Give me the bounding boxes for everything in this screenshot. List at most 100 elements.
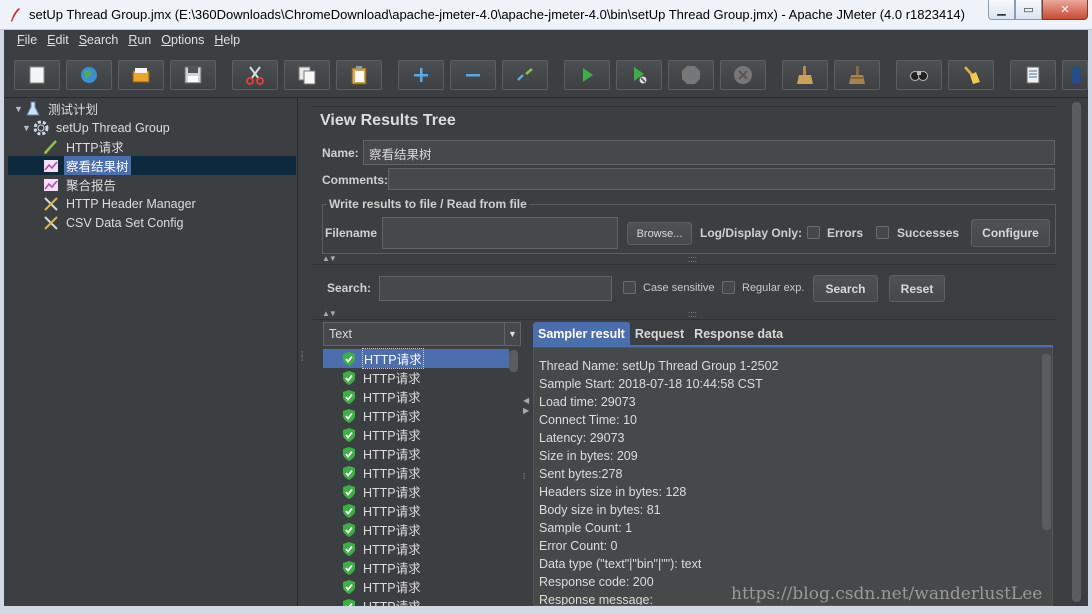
expand-all-button[interactable] <box>398 60 444 90</box>
templates-button[interactable] <box>66 60 112 90</box>
stop-button[interactable] <box>668 60 714 90</box>
new-button[interactable] <box>14 60 60 90</box>
filename-input[interactable] <box>382 217 618 249</box>
case-sensitive-checkbox[interactable] <box>623 281 636 294</box>
main-splitter[interactable]: ⁞ ⁞ <box>299 98 307 606</box>
start-button[interactable] <box>564 60 610 90</box>
open-button[interactable] <box>118 60 164 90</box>
search-input[interactable] <box>379 276 612 301</box>
test-plan-icon <box>26 101 40 115</box>
renderer-select[interactable]: Text ▼ <box>323 322 521 346</box>
clear-button[interactable] <box>782 60 828 90</box>
expand-toggle-icon[interactable]: ▼ <box>22 123 32 133</box>
success-shield-icon <box>343 446 355 461</box>
shutdown-button[interactable] <box>720 60 766 90</box>
success-shield-icon <box>343 484 355 499</box>
list-item[interactable]: HTTP请求 <box>323 444 509 463</box>
detail-line: Data type ("text"|"bin"|""): text <box>539 557 702 571</box>
expand-toggle-icon[interactable]: ▼ <box>14 104 24 114</box>
success-shield-icon <box>343 427 355 442</box>
tree-node-setup-thread-group[interactable]: ▼ setUp Thread Group <box>22 118 172 137</box>
maximize-button[interactable]: ▭ <box>1015 0 1042 20</box>
list-item[interactable]: HTTP请求 <box>323 501 509 520</box>
list-item[interactable]: HTTP请求 <box>323 348 509 369</box>
reset-search-button[interactable] <box>948 60 994 90</box>
comments-field[interactable] <box>388 168 1055 190</box>
name-field[interactable]: 察看结果树 <box>363 140 1055 165</box>
detail-line: Response message: <box>539 593 653 606</box>
detail-line: Error Count: 0 <box>539 539 618 553</box>
function-helper-button[interactable] <box>1010 60 1056 90</box>
cut-icon <box>246 66 264 85</box>
tree-node-csv-data-set-config[interactable]: CSV Data Set Config <box>42 213 185 232</box>
sampler-result-text[interactable]: Thread Name: setUp Thread Group 1-2502 S… <box>533 347 1053 606</box>
list-item[interactable]: HTTP请求 <box>323 539 509 558</box>
menu-edit[interactable]: Edit <box>42 30 74 52</box>
clear-all-icon <box>849 66 865 84</box>
tree-node-test-plan[interactable]: ▼ 测试计划 <box>14 99 100 118</box>
menu-run[interactable]: Run <box>123 30 156 52</box>
tree-node-http-header-manager[interactable]: HTTP Header Manager <box>42 194 198 213</box>
tree-node-aggregate-report[interactable]: 聚合报告 <box>42 175 118 194</box>
copy-button[interactable] <box>284 60 330 90</box>
list-item[interactable]: HTTP请求 <box>323 463 509 482</box>
clear-all-button[interactable] <box>834 60 880 90</box>
tab-response-data[interactable]: Response data <box>689 322 789 346</box>
cut-button[interactable] <box>232 60 278 90</box>
list-item[interactable]: HTTP请求 <box>323 558 509 577</box>
reset-results-button[interactable]: Reset <box>889 275 945 302</box>
tab-sampler-result[interactable]: Sampler result <box>533 322 630 346</box>
chevron-down-icon[interactable]: ▼ <box>504 323 520 345</box>
menu-bar: File Edit Search Run Options Help <box>0 30 1092 52</box>
list-item[interactable]: HTTP请求 <box>323 482 509 501</box>
detail-line: Latency: 29073 <box>539 431 625 445</box>
browse-button[interactable]: Browse... <box>627 222 692 245</box>
save-button[interactable] <box>170 60 216 90</box>
start-no-pauses-button[interactable] <box>616 60 662 90</box>
configure-button[interactable]: Configure <box>971 219 1050 247</box>
paste-button[interactable] <box>336 60 382 90</box>
help-button[interactable] <box>1062 60 1088 90</box>
list-item[interactable]: HTTP请求 <box>323 425 509 444</box>
errors-checkbox[interactable] <box>807 226 820 239</box>
minimize-button[interactable]: ▁ <box>988 0 1015 20</box>
results-splitter[interactable]: ◀ ▶ ⁞ <box>522 322 532 606</box>
menu-file[interactable]: File <box>12 30 42 52</box>
list-item[interactable]: HTTP请求 <box>323 520 509 539</box>
result-tabs: Sampler result Request Response data <box>533 322 789 346</box>
copy-icon <box>298 66 316 85</box>
menu-search[interactable]: Search <box>74 30 124 52</box>
list-item[interactable]: HTTP请求 <box>323 387 509 406</box>
list-item[interactable]: HTTP请求 <box>323 596 509 606</box>
list-item[interactable]: HTTP请求 <box>323 368 509 387</box>
search-results-button[interactable]: Search <box>813 275 878 302</box>
tree-node-view-results-tree[interactable]: 察看结果树 <box>8 156 296 175</box>
collapse-all-button[interactable] <box>450 60 496 90</box>
list-item[interactable]: HTTP请求 <box>323 406 509 425</box>
search-icon <box>910 71 928 81</box>
success-shield-icon <box>343 560 355 575</box>
menu-help[interactable]: Help <box>209 30 245 52</box>
page-title: View Results Tree <box>320 112 456 129</box>
clear-icon <box>797 66 813 84</box>
menu-options[interactable]: Options <box>156 30 209 52</box>
regular-exp-checkbox[interactable] <box>722 281 735 294</box>
detail-line: Thread Name: setUp Thread Group 1-2502 <box>539 359 779 373</box>
listener-graph-icon <box>44 159 58 172</box>
config-wrench-icon <box>44 215 58 230</box>
toggle-button[interactable] <box>502 60 548 90</box>
tab-request[interactable]: Request <box>629 322 690 346</box>
tree-node-http-request[interactable]: HTTP请求 <box>42 137 126 156</box>
successes-checkbox[interactable] <box>876 226 889 239</box>
search-button[interactable] <box>896 60 942 90</box>
shutdown-icon <box>734 66 752 84</box>
results-list[interactable]: HTTP请求 HTTP请求 HTTP请求 HTTP请求 HTTP请求 HTTP请… <box>323 348 521 606</box>
view-results-tree-panel: View Results Tree Name: 察看结果树 Comments: … <box>308 98 1070 606</box>
panel-scrollbar[interactable] <box>1070 98 1084 606</box>
config-wrench-icon <box>44 196 58 211</box>
templates-icon <box>81 67 97 83</box>
results-list-scrollbar[interactable] <box>509 350 518 372</box>
detail-scrollbar[interactable] <box>1042 354 1051 530</box>
close-button[interactable]: ✕ <box>1042 0 1088 20</box>
list-item[interactable]: HTTP请求 <box>323 577 509 596</box>
